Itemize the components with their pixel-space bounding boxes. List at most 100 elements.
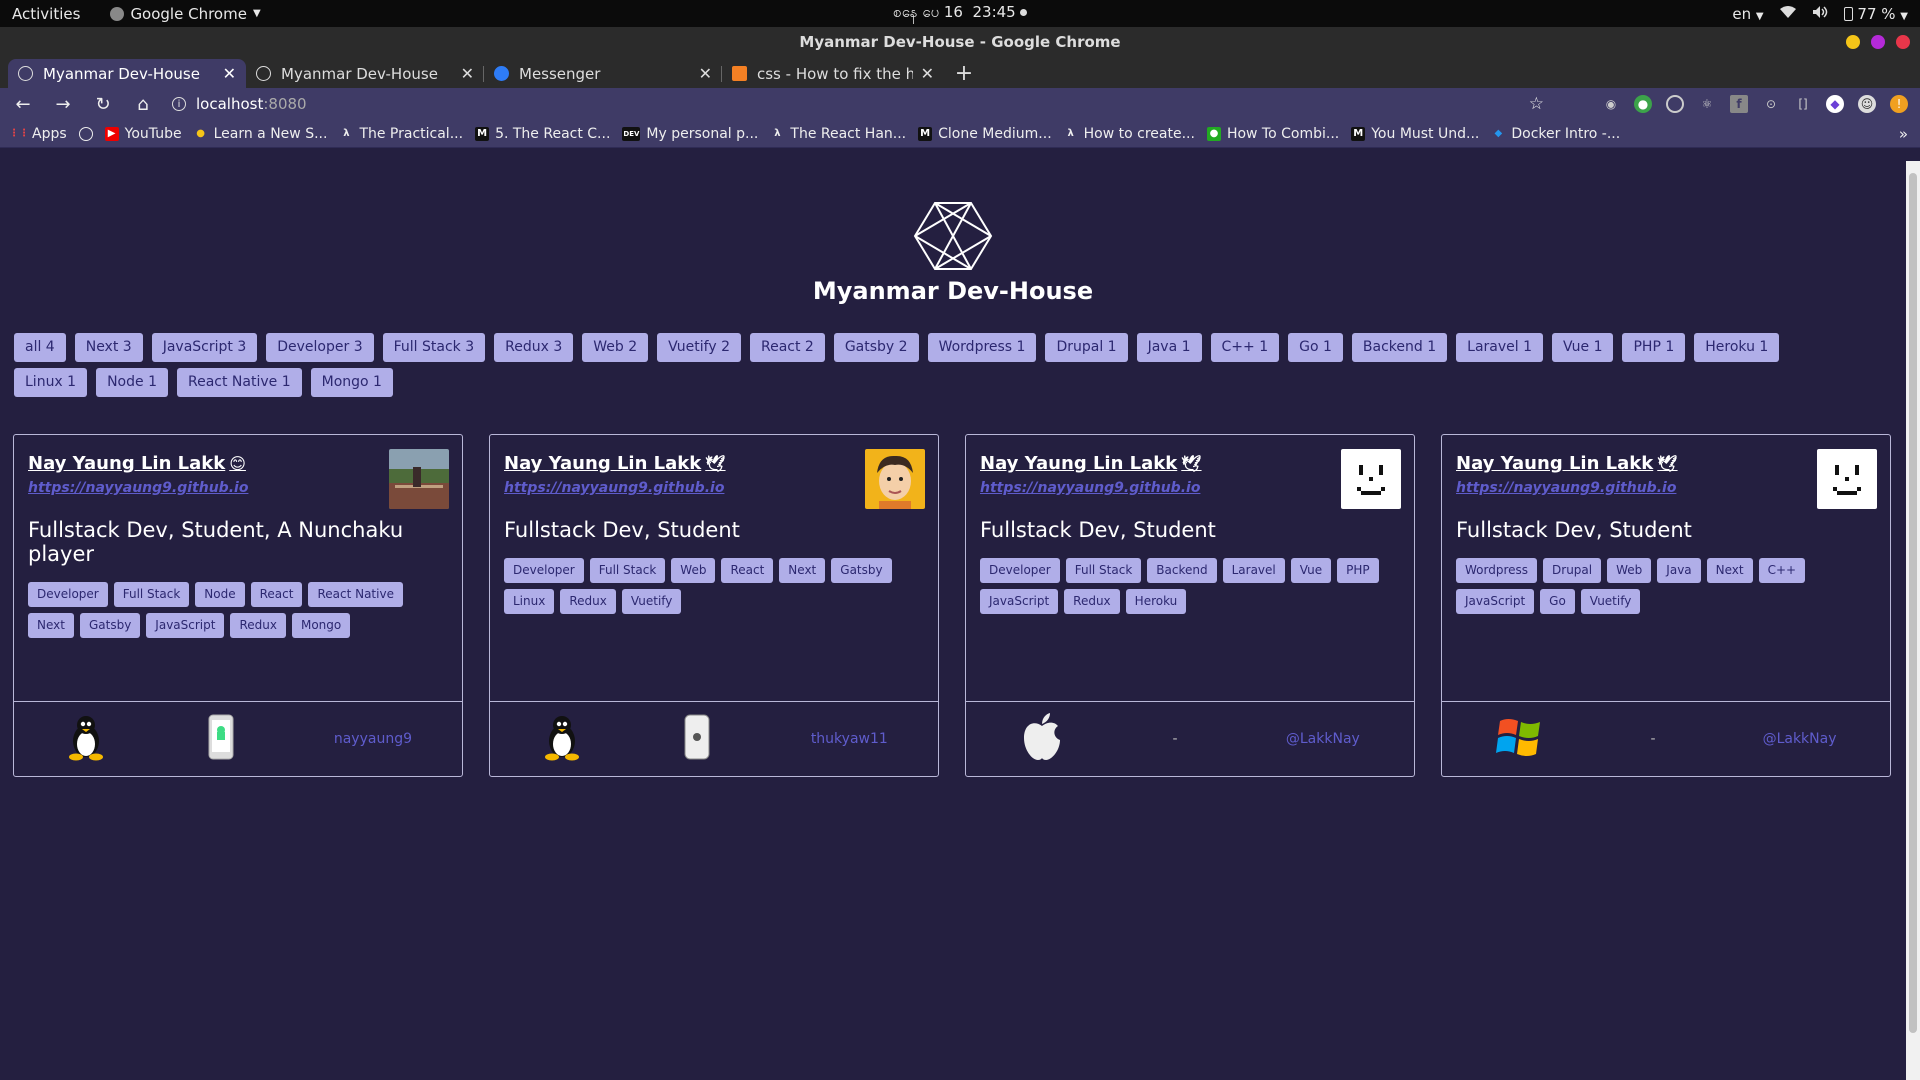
- close-icon[interactable]: ✕: [921, 64, 934, 83]
- skill-tag[interactable]: Next: [779, 558, 826, 583]
- filter-chip[interactable]: Next 3: [74, 333, 143, 362]
- skill-tag[interactable]: Laravel: [1222, 558, 1285, 583]
- bookmark-practical[interactable]: λ The Practical...: [339, 126, 463, 142]
- star-icon[interactable]: ☆: [1529, 94, 1544, 114]
- bookmark-youtube[interactable]: ▶ YouTube: [104, 126, 182, 142]
- skill-tag[interactable]: React Native: [308, 582, 403, 607]
- filter-chip[interactable]: Wordpress 1: [927, 333, 1037, 362]
- filter-chip[interactable]: Node 1: [96, 368, 168, 397]
- social-handle-link[interactable]: @LakkNay: [1763, 731, 1837, 747]
- filter-chip[interactable]: C++ 1: [1210, 333, 1280, 362]
- filter-chip[interactable]: Vue 1: [1552, 333, 1614, 362]
- developer-name-link[interactable]: Nay Yaung Lin Lakk 😊: [28, 453, 449, 474]
- website-link[interactable]: https://nayyaung9.github.io: [504, 480, 925, 496]
- skill-tag[interactable]: Redux: [1064, 589, 1120, 614]
- forward-button[interactable]: →: [52, 94, 74, 115]
- bookmark-how-to-create[interactable]: λ How to create...: [1064, 126, 1194, 142]
- skill-tag[interactable]: Drupal: [1543, 558, 1602, 583]
- back-button[interactable]: ←: [12, 94, 34, 115]
- battery-indicator[interactable]: 77 % ▼: [1843, 5, 1908, 23]
- extension-on-icon[interactable]: ●: [1634, 95, 1652, 113]
- target-icon[interactable]: [1666, 95, 1684, 113]
- bookmark-learn[interactable]: ● Learn a New S...: [194, 126, 327, 142]
- skill-tag[interactable]: Node: [195, 582, 245, 607]
- clock-button[interactable]: စနေ ပေ 16 23:45: [893, 3, 1027, 21]
- page-scrollbar[interactable]: [1906, 161, 1920, 1080]
- skill-tag[interactable]: JavaScript: [1456, 589, 1535, 614]
- skill-tag[interactable]: Vuetify: [621, 589, 682, 614]
- wifi-icon[interactable]: [1779, 5, 1796, 23]
- app-menu[interactable]: Google Chrome ▼: [110, 5, 261, 23]
- skill-tag[interactable]: Full Stack: [1065, 558, 1142, 583]
- filter-chip[interactable]: Linux 1: [14, 368, 88, 397]
- broadcast-icon[interactable]: ⊙: [1762, 95, 1780, 113]
- website-link[interactable]: https://nayyaung9.github.io: [28, 480, 449, 496]
- close-icon[interactable]: ✕: [699, 64, 712, 83]
- filter-chip[interactable]: JavaScript 3: [151, 333, 258, 362]
- scrollbar-thumb[interactable]: [1909, 173, 1917, 1033]
- filter-chip[interactable]: all 4: [14, 333, 66, 362]
- language-selector[interactable]: en ▼: [1732, 5, 1763, 23]
- vpn-icon[interactable]: ◆: [1826, 95, 1844, 113]
- skill-tag[interactable]: Redux: [560, 589, 616, 614]
- skill-tag[interactable]: PHP: [1337, 558, 1379, 583]
- filter-chip[interactable]: Developer 3: [266, 333, 374, 362]
- skill-tag[interactable]: C++: [1758, 558, 1806, 583]
- filter-chip[interactable]: React Native 1: [176, 368, 302, 397]
- bookmark-you-must[interactable]: M You Must Und...: [1351, 126, 1479, 142]
- bookmark-react-han[interactable]: λ The React Han...: [770, 126, 906, 142]
- skill-tag[interactable]: Web: [1607, 558, 1652, 583]
- skill-tag[interactable]: Vuetify: [1580, 589, 1641, 614]
- bookmarks-overflow-button[interactable]: »: [1899, 125, 1908, 143]
- react-icon[interactable]: ⚛: [1698, 95, 1716, 113]
- bookmark-personal[interactable]: DEV My personal p...: [622, 126, 758, 142]
- filter-chip[interactable]: Drupal 1: [1045, 333, 1128, 362]
- skill-tag[interactable]: Backend: [1147, 558, 1217, 583]
- filter-chip[interactable]: React 2: [749, 333, 825, 362]
- filter-chip[interactable]: PHP 1: [1622, 333, 1686, 362]
- camera-icon[interactable]: ◉: [1602, 95, 1620, 113]
- skill-tag[interactable]: Developer: [980, 558, 1060, 583]
- filter-chip[interactable]: Vuetify 2: [657, 333, 741, 362]
- skill-tag[interactable]: Redux: [230, 613, 286, 638]
- filter-chip[interactable]: Mongo 1: [310, 368, 393, 397]
- developer-name-link[interactable]: Nay Yaung Lin Lakk 🕊: [1456, 453, 1877, 474]
- skill-tag[interactable]: Heroku: [1125, 589, 1187, 614]
- bookmark-react-c[interactable]: M 5. The React C...: [475, 126, 610, 142]
- skill-tag[interactable]: Developer: [28, 582, 108, 607]
- skill-tag[interactable]: Full Stack: [589, 558, 666, 583]
- address-bar[interactable]: i localhost:8080: [172, 95, 1511, 113]
- skill-tag[interactable]: Full Stack: [113, 582, 190, 607]
- maximize-button[interactable]: [1871, 35, 1885, 49]
- skill-tag[interactable]: Web: [671, 558, 716, 583]
- tab-myanmar-dev-house-1[interactable]: Myanmar Dev-House ✕: [8, 59, 246, 88]
- skill-tag[interactable]: Wordpress: [1456, 558, 1538, 583]
- home-button[interactable]: ⌂: [132, 94, 154, 115]
- activities-button[interactable]: Activities: [12, 5, 80, 23]
- social-handle-link[interactable]: thukyaw11: [811, 731, 888, 747]
- tab-messenger[interactable]: Messenger ✕: [484, 59, 722, 88]
- website-link[interactable]: https://nayyaung9.github.io: [980, 480, 1401, 496]
- skill-tag[interactable]: JavaScript: [980, 589, 1059, 614]
- filter-chip[interactable]: Web 2: [582, 333, 649, 362]
- skill-tag[interactable]: Mongo: [291, 613, 351, 638]
- skill-tag[interactable]: Gatsby: [79, 613, 141, 638]
- minimize-button[interactable]: [1846, 35, 1860, 49]
- skill-tag[interactable]: React: [250, 582, 303, 607]
- bookmark-globe[interactable]: [78, 126, 93, 141]
- update-icon[interactable]: !: [1890, 95, 1908, 113]
- developer-name-link[interactable]: Nay Yaung Lin Lakk 🕊: [980, 453, 1401, 474]
- bookmark-docker[interactable]: ◆ Docker Intro -...: [1491, 126, 1621, 142]
- profile-avatar[interactable]: ☺: [1858, 95, 1876, 113]
- bracket-icon[interactable]: []: [1794, 95, 1812, 113]
- filter-chip[interactable]: Redux 3: [494, 333, 574, 362]
- skill-tag[interactable]: Next: [28, 613, 74, 638]
- reload-button[interactable]: ↻: [92, 94, 114, 115]
- facebook-icon[interactable]: f: [1730, 95, 1748, 113]
- tab-myanmar-dev-house-2[interactable]: Myanmar Dev-House ✕: [246, 59, 484, 88]
- close-icon[interactable]: ✕: [223, 64, 236, 83]
- new-tab-button[interactable]: +: [948, 59, 980, 88]
- skill-tag[interactable]: JavaScript: [146, 613, 225, 638]
- social-handle-link[interactable]: nayyaung9: [334, 731, 412, 747]
- skill-tag[interactable]: Gatsby: [831, 558, 892, 583]
